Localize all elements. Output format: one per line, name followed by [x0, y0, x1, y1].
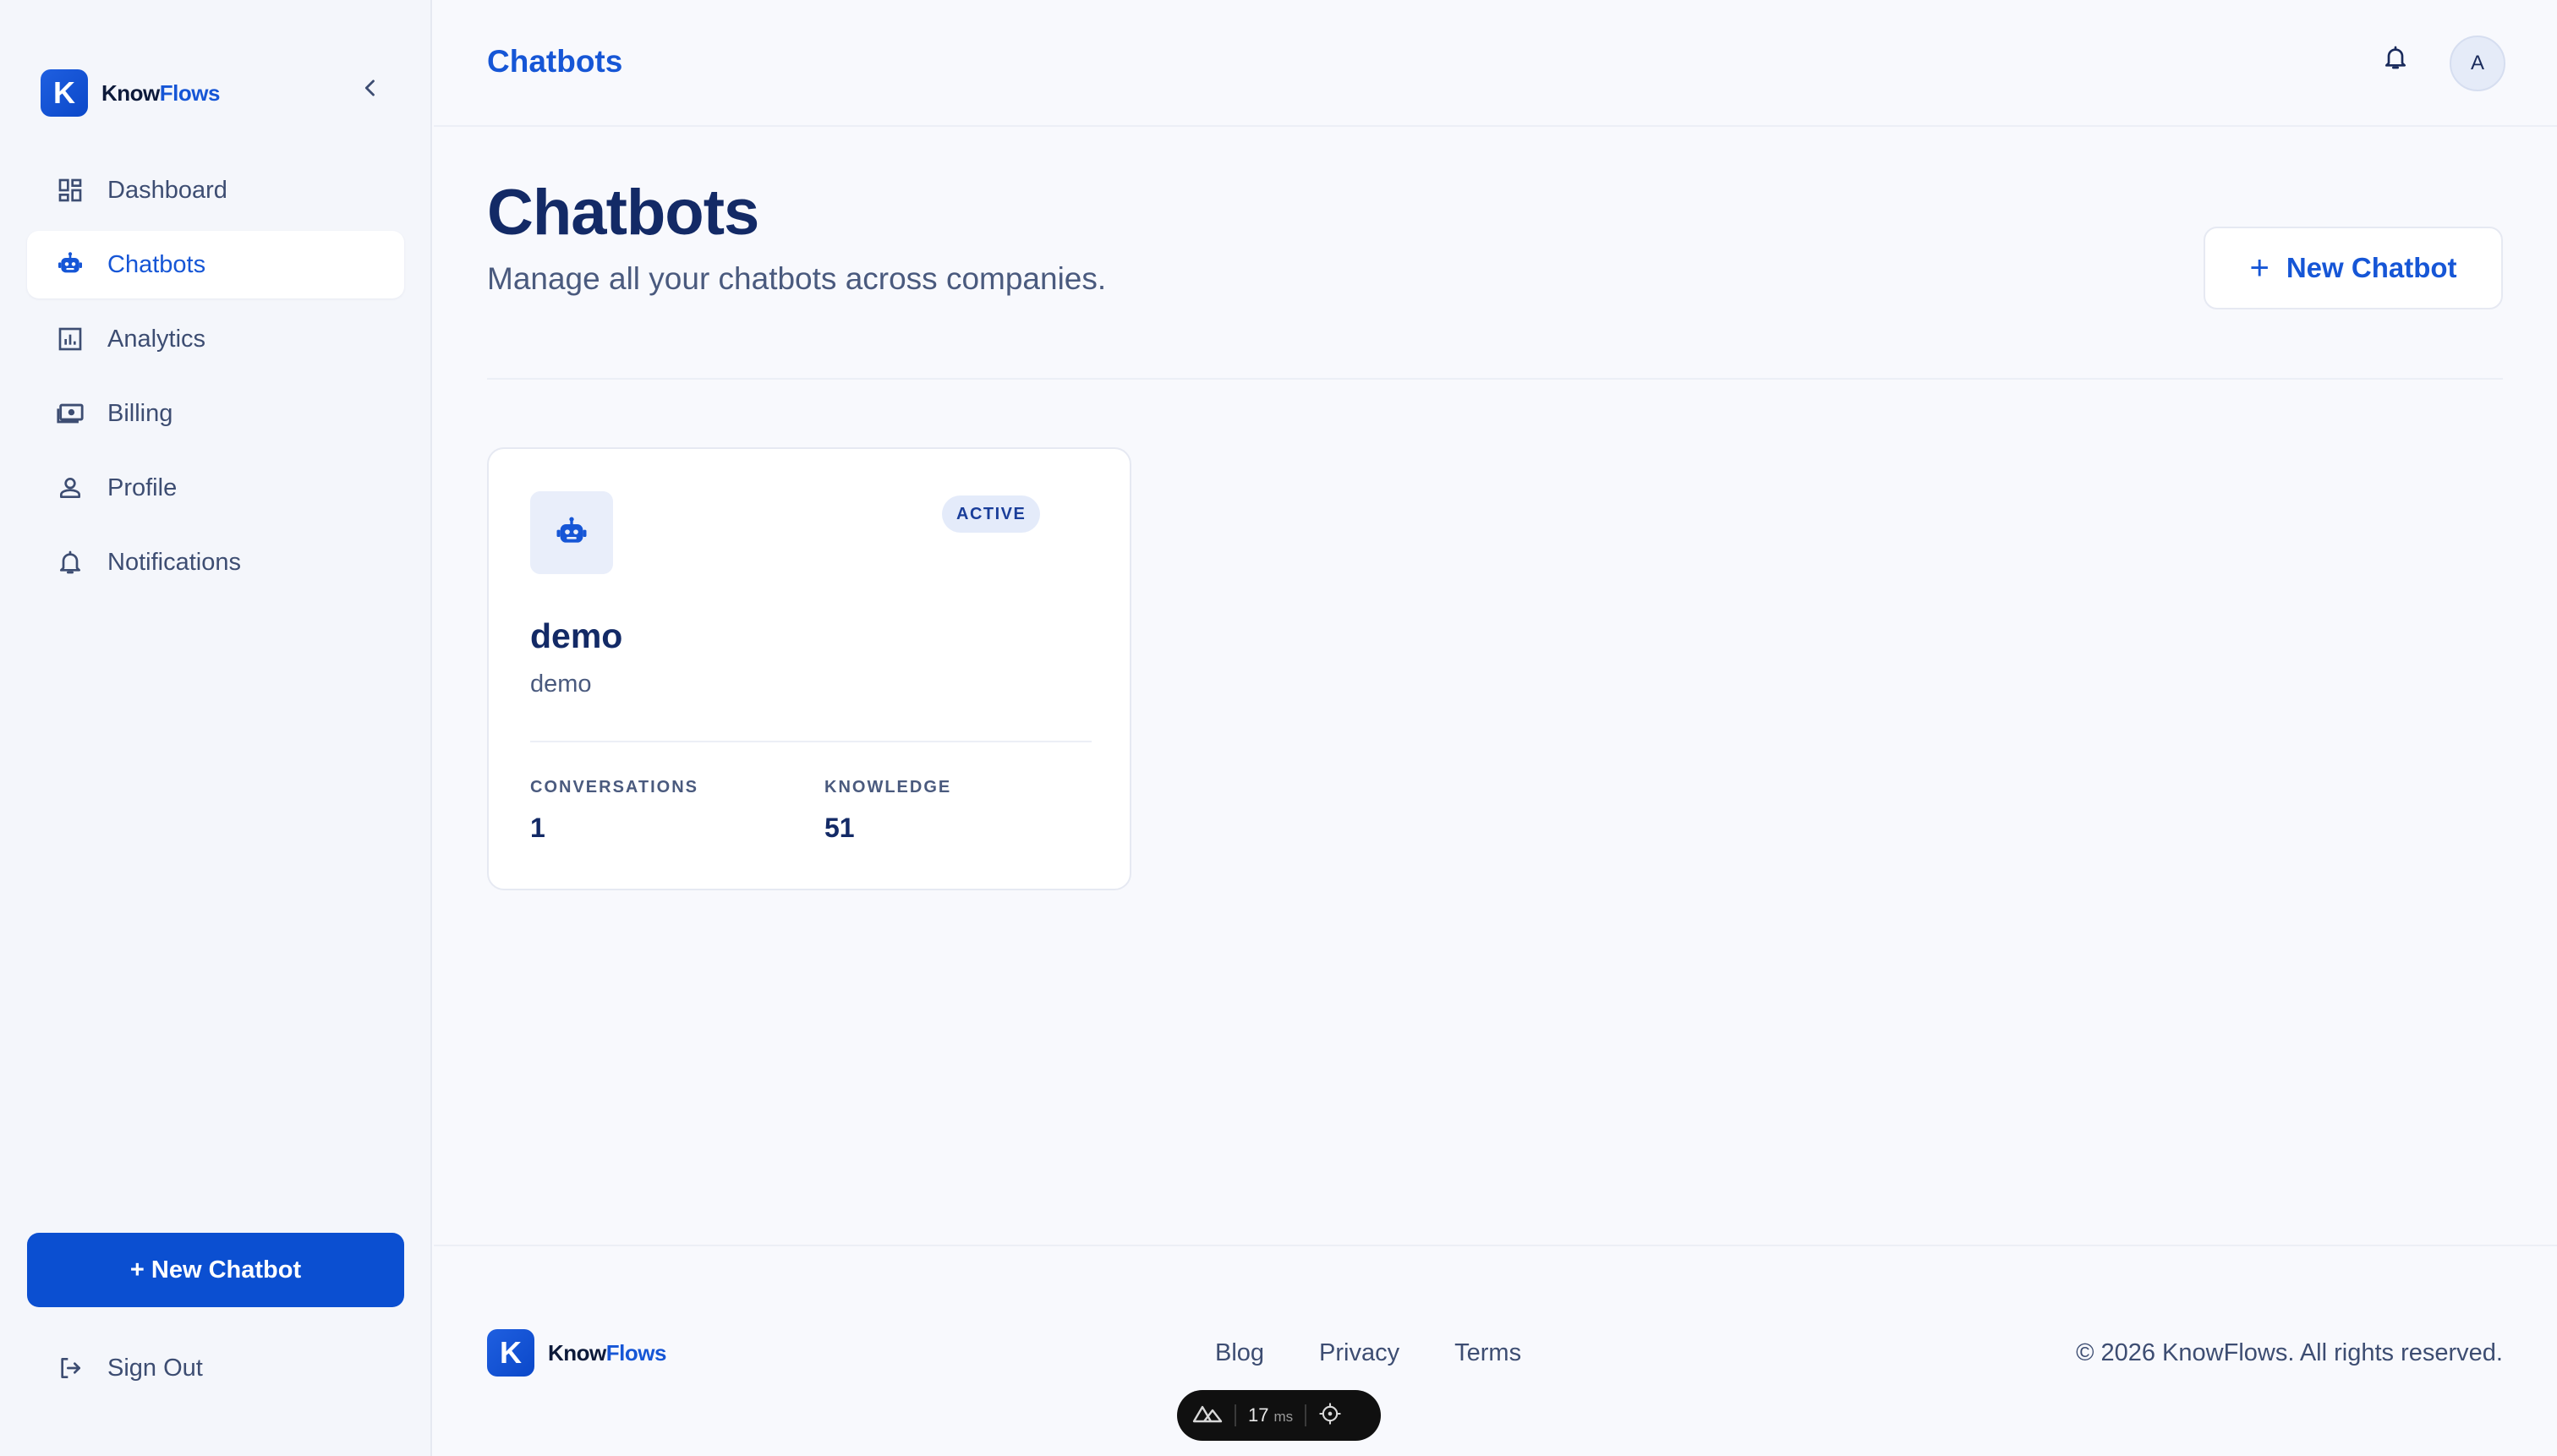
sidebar-item-notifications[interactable]: Notifications [27, 528, 404, 596]
sidebar-item-chatbots[interactable]: Chatbots [27, 231, 404, 298]
avatar[interactable]: A [2450, 36, 2505, 91]
brand-name: KnowFlows [101, 79, 220, 106]
conversations-value: 1 [530, 813, 545, 843]
knowledge-label: KNOWLEDGE [824, 778, 952, 796]
section-divider [487, 378, 2503, 380]
new-chatbot-button[interactable]: + New Chatbot [2204, 227, 2503, 309]
chatbot-name: demo [530, 616, 623, 655]
card-divider [530, 741, 1092, 742]
sidebar-item-label: Dashboard [107, 176, 227, 204]
sidebar-item-profile[interactable]: Profile [27, 454, 404, 522]
footer: K KnowFlows Blog Privacy Terms © 2026 Kn… [434, 1245, 2557, 1456]
page-header: Chatbots Manage all your chatbots across… [487, 176, 1106, 297]
toolbar-separator [1235, 1404, 1236, 1426]
footer-brand-logo[interactable]: K KnowFlows [487, 1329, 666, 1377]
logout-icon [56, 1354, 85, 1382]
svg-text:K: K [500, 1335, 522, 1370]
collapse-sidebar-button[interactable] [355, 73, 386, 103]
knowledge-stat: KNOWLEDGE 51 [824, 778, 951, 844]
toolbar-separator [1305, 1404, 1307, 1426]
sidebar-nav: Dashboard Chatbots Analytics Billing Pro… [27, 156, 404, 603]
robot-icon [530, 491, 613, 574]
footer-links: Blog Privacy Terms [1215, 1339, 1521, 1367]
brand-mark-icon: K [41, 69, 88, 117]
sign-out-button[interactable]: Sign Out [27, 1334, 404, 1402]
sidebar-item-label: Profile [107, 473, 178, 501]
sidebar-item-label: Chatbots [107, 250, 206, 278]
chatbot-description: demo [530, 671, 592, 698]
footer-link-blog[interactable]: Blog [1215, 1339, 1264, 1367]
sidebar: K KnowFlows Dashboard Chatbots Analytics [0, 0, 432, 1456]
sidebar-item-label: Notifications [107, 548, 241, 576]
new-chatbot-label: New Chatbot [2286, 252, 2457, 283]
header-title: Chatbots [487, 44, 623, 79]
notifications-button[interactable] [2379, 41, 2412, 74]
svg-text:K: K [53, 75, 75, 110]
status-badge: ACTIVE [942, 495, 1041, 533]
sidebar-item-label: Analytics [107, 325, 206, 353]
person-icon [56, 473, 85, 502]
brand-logo[interactable]: K KnowFlows [41, 69, 220, 117]
sidebar-item-billing[interactable]: Billing [27, 380, 404, 447]
page-title: Chatbots [487, 177, 759, 249]
footer-link-terms[interactable]: Terms [1454, 1339, 1521, 1367]
render-time: 17 ms [1248, 1404, 1294, 1426]
robot-icon [56, 250, 85, 279]
sidebar-new-chatbot-button[interactable]: + New Chatbot [27, 1233, 404, 1307]
knowledge-value: 51 [824, 813, 855, 843]
sidebar-item-label: Billing [107, 399, 173, 427]
chatbot-card[interactable]: ACTIVE demo demo CONVERSATIONS 1 KNOWLED… [487, 447, 1131, 890]
plus-icon: + [2249, 249, 2270, 287]
banknote-icon [56, 399, 85, 428]
crosshair-icon[interactable] [1318, 1402, 1342, 1430]
brand-mark-icon: K [487, 1329, 534, 1377]
sidebar-item-analytics[interactable]: Analytics [27, 305, 404, 373]
top-bar: Chatbots A [434, 0, 2557, 127]
sign-out-label: Sign Out [107, 1354, 203, 1382]
page-subtitle: Manage all your chatbots across companie… [487, 261, 1107, 296]
bar-chart-icon [56, 325, 85, 353]
sidebar-item-dashboard[interactable]: Dashboard [27, 156, 404, 224]
conversations-stat: CONVERSATIONS 1 [530, 778, 698, 844]
bell-icon [2385, 46, 2406, 69]
bell-icon [56, 548, 85, 577]
devtools-toolbar[interactable]: 17 ms [1177, 1390, 1381, 1441]
nuxt-logo-icon[interactable] [1192, 1404, 1223, 1428]
brand-name: KnowFlows [548, 1339, 666, 1366]
conversations-label: CONVERSATIONS [530, 778, 698, 796]
dashboard-icon [56, 176, 85, 205]
copyright: © 2026 KnowFlows. All rights reserved. [2076, 1339, 2503, 1366]
footer-link-privacy[interactable]: Privacy [1319, 1339, 1399, 1367]
chevron-left-icon [364, 79, 375, 96]
